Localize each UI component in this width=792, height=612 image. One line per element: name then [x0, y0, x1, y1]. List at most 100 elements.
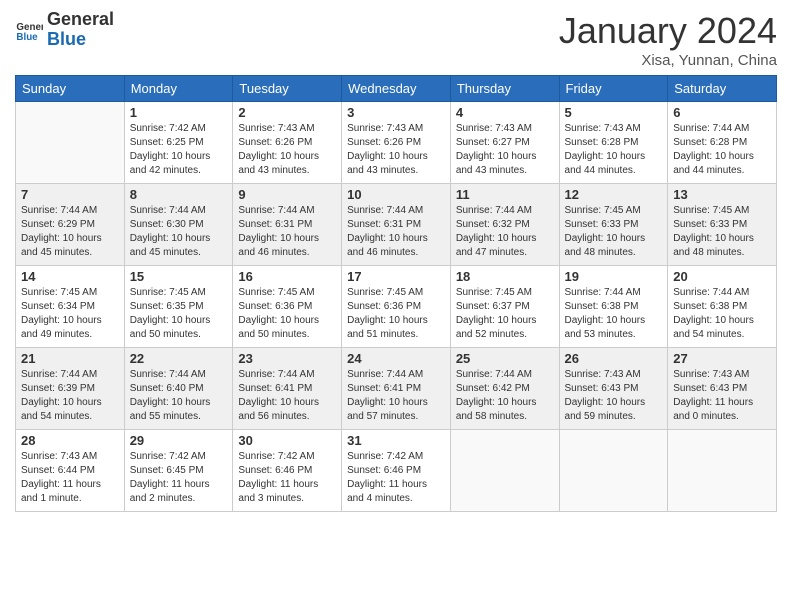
calendar-day-cell: 28 Sunrise: 7:43 AMSunset: 6:44 PMDayligh…: [16, 430, 125, 512]
day-info: Sunrise: 7:44 AMSunset: 6:39 PMDaylight:…: [21, 368, 119, 424]
calendar-day-cell: 6 Sunrise: 7:44 AMSunset: 6:28 PMDaylight…: [668, 102, 777, 184]
day-info: Sunrise: 7:45 AMSunset: 6:34 PMDaylight:…: [21, 286, 119, 342]
day-number: 11: [456, 187, 554, 202]
calendar-day-cell: 5 Sunrise: 7:43 AMSunset: 6:28 PMDaylight…: [559, 102, 668, 184]
day-info: Sunrise: 7:44 AMSunset: 6:41 PMDaylight:…: [238, 368, 336, 424]
day-number: 18: [456, 269, 554, 284]
day-number: 3: [347, 105, 445, 120]
day-number: 15: [130, 269, 228, 284]
day-number: 4: [456, 105, 554, 120]
day-info: Sunrise: 7:43 AMSunset: 6:28 PMDaylight:…: [565, 122, 663, 178]
day-info: Sunrise: 7:42 AMSunset: 6:46 PMDaylight:…: [347, 450, 445, 506]
calendar-day-cell: 10 Sunrise: 7:44 AMSunset: 6:31 PMDayligh…: [342, 184, 451, 266]
calendar-day-cell: 23 Sunrise: 7:44 AMSunset: 6:41 PMDayligh…: [233, 348, 342, 430]
day-number: 5: [565, 105, 663, 120]
calendar-day-cell: 7Sunrise: 7:44 AMSunset: 6:29 PMDaylight…: [16, 184, 125, 266]
logo-blue: Blue: [47, 30, 114, 50]
day-number: 7: [21, 187, 119, 202]
day-info: Sunrise: 7:43 AMSunset: 6:43 PMDaylight:…: [673, 368, 771, 424]
calendar-day-cell: 2 Sunrise: 7:43 AMSunset: 6:26 PMDaylight…: [233, 102, 342, 184]
day-info: Sunrise: 7:45 AMSunset: 6:33 PMDaylight:…: [565, 204, 663, 260]
day-info: Sunrise: 7:45 AMSunset: 6:36 PMDaylight:…: [238, 286, 336, 342]
day-info: Sunrise: 7:42 AMSunset: 6:45 PMDaylight:…: [130, 450, 228, 506]
calendar-day-cell: 29 Sunrise: 7:42 AMSunset: 6:45 PMDayligh…: [124, 430, 233, 512]
header-thursday: Thursday: [450, 76, 559, 102]
day-number: 30: [238, 433, 336, 448]
calendar-week-row: 28 Sunrise: 7:43 AMSunset: 6:44 PMDayligh…: [16, 430, 777, 512]
calendar-day-cell: [16, 102, 125, 184]
calendar-day-cell: 15 Sunrise: 7:45 AMSunset: 6:35 PMDayligh…: [124, 266, 233, 348]
day-number: 25: [456, 351, 554, 366]
calendar-week-row: 1Sunrise: 7:42 AMSunset: 6:25 PMDaylight…: [16, 102, 777, 184]
calendar-day-cell: 30 Sunrise: 7:42 AMSunset: 6:46 PMDayligh…: [233, 430, 342, 512]
calendar-day-cell: 25Sunrise: 7:44 AMSunset: 6:42 PMDayligh…: [450, 348, 559, 430]
calendar-week-row: 14 Sunrise: 7:45 AMSunset: 6:34 PMDayligh…: [16, 266, 777, 348]
day-info: Sunrise: 7:44 AMSunset: 6:31 PMDaylight:…: [238, 204, 336, 260]
day-number: 16: [238, 269, 336, 284]
day-number: 9: [238, 187, 336, 202]
calendar-day-cell: [559, 430, 668, 512]
day-info: Sunrise: 7:45 AMSunset: 6:36 PMDaylight:…: [347, 286, 445, 342]
day-info: Sunrise: 7:44 AMSunset: 6:30 PMDaylight:…: [130, 204, 228, 260]
day-info: Sunrise: 7:44 AMSunset: 6:28 PMDaylight:…: [673, 122, 771, 178]
calendar-day-cell: 19 Sunrise: 7:44 AMSunset: 6:38 PMDayligh…: [559, 266, 668, 348]
day-info: Sunrise: 7:44 AMSunset: 6:31 PMDaylight:…: [347, 204, 445, 260]
header-friday: Friday: [559, 76, 668, 102]
day-info: Sunrise: 7:44 AMSunset: 6:32 PMDaylight:…: [456, 204, 554, 260]
logo-general: General: [47, 10, 114, 30]
calendar-day-cell: [450, 430, 559, 512]
calendar-day-cell: 3 Sunrise: 7:43 AMSunset: 6:26 PMDaylight…: [342, 102, 451, 184]
day-info: Sunrise: 7:43 AMSunset: 6:27 PMDaylight:…: [456, 122, 554, 178]
calendar-day-cell: [668, 430, 777, 512]
day-number: 14: [21, 269, 119, 284]
day-info: Sunrise: 7:43 AMSunset: 6:43 PMDaylight:…: [565, 368, 663, 424]
svg-text:Blue: Blue: [16, 32, 38, 43]
calendar-day-cell: 21 Sunrise: 7:44 AMSunset: 6:39 PMDayligh…: [16, 348, 125, 430]
day-number: 29: [130, 433, 228, 448]
day-info: Sunrise: 7:43 AMSunset: 6:44 PMDaylight:…: [21, 450, 119, 506]
day-info: Sunrise: 7:43 AMSunset: 6:26 PMDaylight:…: [238, 122, 336, 178]
day-number: 31: [347, 433, 445, 448]
day-info: Sunrise: 7:42 AMSunset: 6:46 PMDaylight:…: [238, 450, 336, 506]
calendar-day-cell: 18Sunrise: 7:45 AMSunset: 6:37 PMDayligh…: [450, 266, 559, 348]
day-number: 21: [21, 351, 119, 366]
day-number: 12: [565, 187, 663, 202]
calendar-day-cell: 8 Sunrise: 7:44 AMSunset: 6:30 PMDaylight…: [124, 184, 233, 266]
day-info: Sunrise: 7:44 AMSunset: 6:41 PMDaylight:…: [347, 368, 445, 424]
calendar-day-cell: 24 Sunrise: 7:44 AMSunset: 6:41 PMDayligh…: [342, 348, 451, 430]
calendar-day-cell: 26Sunrise: 7:43 AMSunset: 6:43 PMDayligh…: [559, 348, 668, 430]
calendar-day-cell: 12 Sunrise: 7:45 AMSunset: 6:33 PMDayligh…: [559, 184, 668, 266]
header-saturday: Saturday: [668, 76, 777, 102]
calendar-day-cell: 1Sunrise: 7:42 AMSunset: 6:25 PMDaylight…: [124, 102, 233, 184]
day-number: 10: [347, 187, 445, 202]
calendar-day-cell: 13Sunrise: 7:45 AMSunset: 6:33 PMDayligh…: [668, 184, 777, 266]
day-number: 2: [238, 105, 336, 120]
calendar-day-cell: 31 Sunrise: 7:42 AMSunset: 6:46 PMDayligh…: [342, 430, 451, 512]
calendar-day-cell: 16 Sunrise: 7:45 AMSunset: 6:36 PMDayligh…: [233, 266, 342, 348]
day-number: 6: [673, 105, 771, 120]
calendar-day-cell: 4 Sunrise: 7:43 AMSunset: 6:27 PMDaylight…: [450, 102, 559, 184]
day-info: Sunrise: 7:44 AMSunset: 6:38 PMDaylight:…: [565, 286, 663, 342]
calendar-day-cell: 20Sunrise: 7:44 AMSunset: 6:38 PMDayligh…: [668, 266, 777, 348]
header-sunday: Sunday: [16, 76, 125, 102]
calendar-week-row: 21 Sunrise: 7:44 AMSunset: 6:39 PMDayligh…: [16, 348, 777, 430]
day-info: Sunrise: 7:42 AMSunset: 6:25 PMDaylight:…: [130, 122, 228, 178]
calendar-day-cell: 22Sunrise: 7:44 AMSunset: 6:40 PMDayligh…: [124, 348, 233, 430]
calendar-day-cell: 27Sunrise: 7:43 AMSunset: 6:43 PMDayligh…: [668, 348, 777, 430]
day-number: 28: [21, 433, 119, 448]
day-number: 20: [673, 269, 771, 284]
month-title: January 2024: [559, 10, 777, 52]
day-info: Sunrise: 7:43 AMSunset: 6:26 PMDaylight:…: [347, 122, 445, 178]
day-number: 19: [565, 269, 663, 284]
title-section: January 2024 Xisa, Yunnan, China: [559, 10, 777, 69]
page-header: General Blue General Blue January 2024 X…: [15, 10, 777, 69]
day-number: 8: [130, 187, 228, 202]
calendar-table: Sunday Monday Tuesday Wednesday Thursday…: [15, 75, 777, 512]
day-number: 24: [347, 351, 445, 366]
weekday-header-row: Sunday Monday Tuesday Wednesday Thursday…: [16, 76, 777, 102]
logo: General Blue General Blue: [15, 10, 114, 50]
calendar-day-cell: 9 Sunrise: 7:44 AMSunset: 6:31 PMDaylight…: [233, 184, 342, 266]
header-wednesday: Wednesday: [342, 76, 451, 102]
day-info: Sunrise: 7:45 AMSunset: 6:35 PMDaylight:…: [130, 286, 228, 342]
day-number: 23: [238, 351, 336, 366]
